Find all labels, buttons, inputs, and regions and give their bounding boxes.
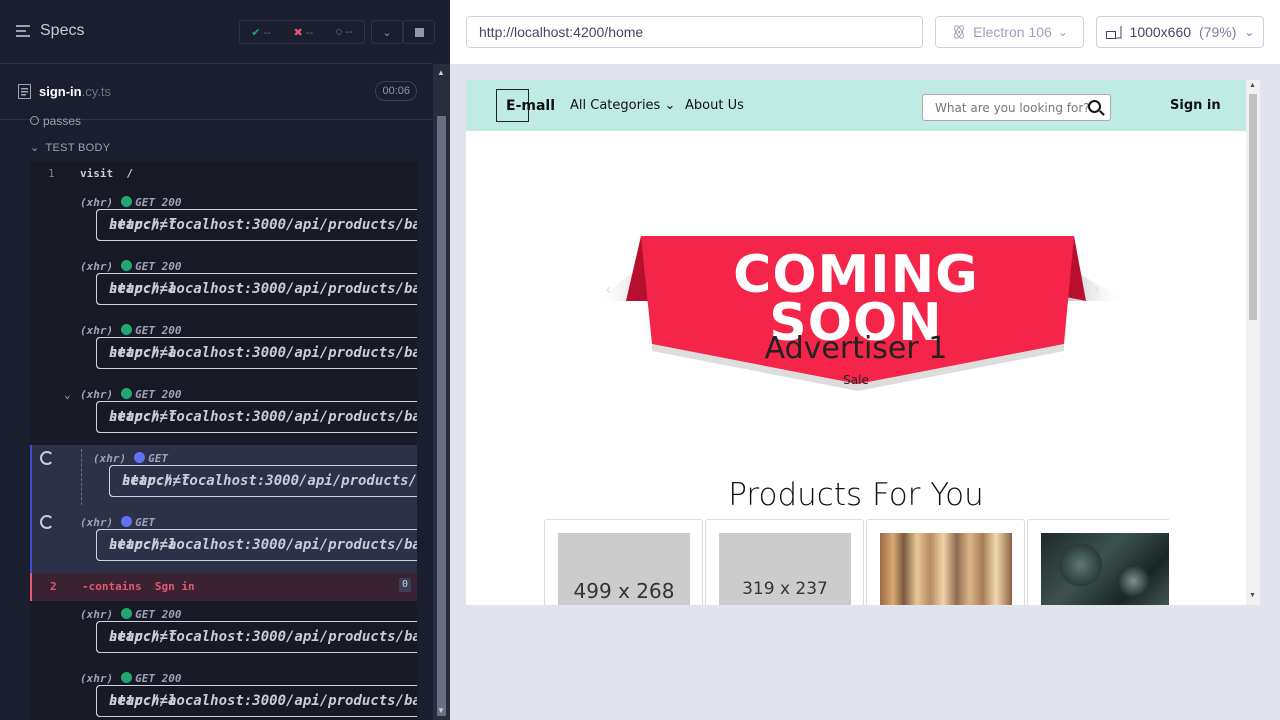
stop-icon xyxy=(414,27,424,37)
chevron-down-icon: ⌄ xyxy=(30,142,40,154)
specs-list-icon xyxy=(16,25,30,37)
test-stats: ✔ -- ✖ -- ◌ -- xyxy=(239,20,365,44)
pending-indicator xyxy=(30,445,32,573)
chevron-down-icon: ⌄ xyxy=(664,98,676,113)
test-body-header[interactable]: ⌄ TEST BODY xyxy=(30,141,110,154)
stop-button[interactable] xyxy=(403,20,435,44)
loading-spinner-icon xyxy=(40,451,54,465)
command-log: 1 visit / (xhr) GET 200 http://localhost:3… xyxy=(30,161,417,720)
status-dot-icon xyxy=(121,324,133,335)
loading-spinner-icon xyxy=(40,515,54,529)
scroll-up-icon[interactable]: ▲ xyxy=(1249,82,1256,89)
status-dot-icon xyxy=(121,388,133,399)
command-contains-failed[interactable]: 2 -contains Sgn in 0 xyxy=(30,573,417,601)
product-card[interactable] xyxy=(1027,519,1169,605)
spinner-icon: ◌ xyxy=(335,26,343,38)
product-card[interactable] xyxy=(866,519,1025,605)
product-list: 499 x 268 319 x 237 xyxy=(544,519,1169,605)
app-scrollbar[interactable]: ▲ ▼ xyxy=(1246,80,1260,605)
failed-stat: ✖ -- xyxy=(293,26,314,39)
carousel-prev-icon[interactable]: ‹ xyxy=(606,281,611,299)
nav-about-us[interactable]: About Us xyxy=(685,98,744,113)
status-dot-icon xyxy=(121,196,133,207)
command-xhr-pending[interactable]: (xhr) GET http://localhost:3000/api/produc… xyxy=(30,509,417,573)
product-image: 319 x 237 xyxy=(719,533,851,605)
command-log-scrollbar[interactable]: ▲ ▼ xyxy=(433,64,450,720)
specs-toggle[interactable]: Specs xyxy=(16,22,84,40)
product-image: 499 x 268 xyxy=(558,533,690,605)
specs-label: Specs xyxy=(40,22,85,39)
product-card[interactable]: 499 x 268 xyxy=(544,519,703,605)
chevron-down-icon: ⌄ xyxy=(382,26,392,39)
chevron-down-icon: ⌄ xyxy=(1244,25,1255,39)
carousel-next-icon[interactable]: › xyxy=(1094,281,1099,299)
document-icon xyxy=(18,84,31,99)
status-dot-icon xyxy=(121,260,133,271)
spec-file-row[interactable]: sign-in.cy.ts 00:06 xyxy=(0,64,433,120)
viewport-icon xyxy=(1105,26,1122,39)
x-icon: ✖ xyxy=(293,26,303,39)
passes-suite[interactable]: passes xyxy=(30,114,81,128)
status-dot-icon xyxy=(134,452,146,463)
browser-toolbar: http://localhost:4200/home Electron 106 … xyxy=(450,0,1280,64)
nav-all-categories[interactable]: All Categories ⌄ xyxy=(570,98,675,113)
status-dot-icon xyxy=(121,516,133,527)
scroll-down-icon[interactable]: ▼ xyxy=(1249,592,1256,599)
banner-caption-text: Sale xyxy=(843,373,869,387)
viewport-selector[interactable]: 1000x660 (79%) ⌄ xyxy=(1096,16,1264,48)
logo[interactable]: E-mall xyxy=(496,89,555,122)
status-dot-icon xyxy=(121,672,133,683)
duration-badge: 00:06 xyxy=(375,81,417,101)
url-bar[interactable]: http://localhost:4200/home xyxy=(466,16,923,48)
app-navbar: E-mall All Categories ⌄ About Us What ar… xyxy=(466,80,1246,131)
scroll-thumb[interactable] xyxy=(437,116,446,716)
element-count-badge: 0 xyxy=(398,578,411,592)
aut-panel: http://localhost:4200/home Electron 106 … xyxy=(450,0,1280,720)
search-icon[interactable] xyxy=(1088,100,1101,113)
chevron-down-icon: ⌄ xyxy=(64,388,71,401)
browser-selector[interactable]: Electron 106 ⌄ xyxy=(935,16,1084,48)
banner-carousel: COMING SOON Advertiser 1 Sale ‹ › xyxy=(466,131,1246,461)
banner-caption-title: Advertiser 1 xyxy=(764,331,948,366)
scroll-down-icon[interactable]: ▼ xyxy=(437,706,445,715)
scroll-up-icon[interactable]: ▲ xyxy=(437,68,445,77)
passed-stat: ✔ -- xyxy=(251,26,271,39)
product-image xyxy=(880,533,1012,605)
products-heading: Products For You xyxy=(728,477,984,513)
specs-header: Specs ✔ -- ✖ -- ◌ -- ⌄ xyxy=(0,0,435,64)
search-input[interactable]: What are you looking for? xyxy=(922,94,1111,121)
dropdown-button[interactable]: ⌄ xyxy=(371,20,403,44)
product-card[interactable]: 319 x 237 xyxy=(705,519,864,605)
electron-icon xyxy=(954,25,965,39)
scroll-thumb[interactable] xyxy=(1249,94,1257,320)
app-under-test: E-mall All Categories ⌄ About Us What ar… xyxy=(466,80,1260,605)
sign-in-link[interactable]: Sign in xyxy=(1170,98,1221,113)
pending-stat: ◌ -- xyxy=(335,26,353,38)
status-dot-icon xyxy=(121,608,133,619)
check-icon: ✔ xyxy=(251,26,261,39)
command-xhr-pending[interactable]: (xhr) GET http://localhost:3000/api/produc… xyxy=(30,445,417,509)
circle-icon xyxy=(30,116,39,125)
cypress-runner-panel: Specs ✔ -- ✖ -- ◌ -- ⌄ sign-in.cy.ts 00:… xyxy=(0,0,450,720)
product-image xyxy=(1041,533,1169,605)
chevron-down-icon: ⌄ xyxy=(1057,25,1068,39)
spec-file-name: sign-in.cy.ts xyxy=(18,84,111,99)
